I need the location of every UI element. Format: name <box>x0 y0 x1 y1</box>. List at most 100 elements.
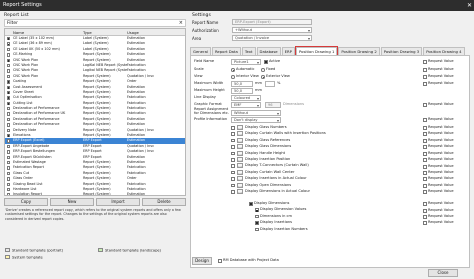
request-value-checkbox[interactable] <box>423 209 427 213</box>
rm-database-checkbox[interactable] <box>218 259 222 263</box>
request-value-checkbox[interactable] <box>423 68 427 72</box>
dimension-option-checkbox[interactable] <box>255 208 259 212</box>
row-checkbox[interactable] <box>6 187 10 192</box>
request-value-checkbox[interactable] <box>423 118 427 122</box>
field-name-dropdown[interactable]: Picture1 <box>231 59 261 65</box>
row-checkbox[interactable] <box>6 101 10 106</box>
max-height-input[interactable]: 50,0 <box>231 88 253 94</box>
option-info-icon[interactable]: … <box>237 144 243 150</box>
option-info-icon[interactable]: … <box>237 163 243 169</box>
close-icon[interactable]: ✕ <box>467 0 472 11</box>
request-value-checkbox[interactable] <box>423 158 427 162</box>
request-value-checkbox[interactable] <box>423 202 427 206</box>
copy-button[interactable]: Copy <box>4 198 48 206</box>
option-checkbox[interactable] <box>231 151 235 156</box>
option-info-icon[interactable]: … <box>237 137 243 143</box>
scale-fixed-radio[interactable] <box>261 68 265 72</box>
view-interior-radio[interactable] <box>231 75 235 79</box>
request-value-checkbox[interactable] <box>423 184 427 188</box>
option-checkbox[interactable] <box>231 145 235 149</box>
area-dropdown[interactable]: Quotation / Invoice <box>232 35 312 41</box>
tab-position-drawing-2[interactable]: Position Drawing 2 <box>338 47 380 55</box>
request-value-checkbox[interactable] <box>423 165 427 169</box>
option-checkbox[interactable] <box>231 132 235 136</box>
row-checkbox[interactable] <box>6 42 10 46</box>
tab-report-data[interactable]: Report Data <box>211 47 241 55</box>
active-checkbox[interactable] <box>264 60 268 64</box>
option-checkbox[interactable] <box>231 183 235 188</box>
report-assignment-dropdown[interactable]: Without <box>231 110 281 116</box>
option-info-icon[interactable]: … <box>237 157 243 162</box>
row-checkbox[interactable] <box>6 53 10 57</box>
row-checkbox[interactable] <box>6 160 10 165</box>
import-button[interactable]: Import <box>96 198 140 206</box>
report-name-field[interactable]: ERP-Export (Export) <box>232 19 312 25</box>
line-display-dropdown[interactable]: Coloured <box>231 95 261 101</box>
row-checkbox[interactable] <box>6 117 10 122</box>
request-value-checkbox[interactable] <box>423 82 427 86</box>
option-info-icon[interactable]: … <box>237 182 243 188</box>
column-header-type[interactable]: Type <box>83 29 127 35</box>
row-checkbox[interactable] <box>6 155 10 159</box>
row-checkbox[interactable] <box>6 90 10 95</box>
request-value-checkbox[interactable] <box>423 103 427 107</box>
tab-erp[interactable]: ERP <box>281 47 295 55</box>
request-value-checkbox[interactable] <box>423 215 427 219</box>
request-value-checkbox[interactable] <box>423 126 427 130</box>
row-checkbox[interactable] <box>6 96 10 100</box>
option-checkbox[interactable] <box>231 190 235 194</box>
close-button[interactable]: Close <box>428 269 458 277</box>
max-width-input[interactable]: 50,0 <box>231 81 253 87</box>
option-checkbox[interactable] <box>231 164 235 168</box>
view-exterior-radio[interactable] <box>261 75 265 79</box>
row-checkbox[interactable] <box>6 123 10 127</box>
request-value-checkbox[interactable] <box>423 171 427 175</box>
option-checkbox[interactable] <box>231 126 235 130</box>
tab-database[interactable]: Database <box>256 47 281 55</box>
tab-general[interactable]: General <box>190 47 211 55</box>
dpi-input[interactable]: 96 <box>265 102 281 108</box>
table-row[interactable]: Insulation Report Report (System) Estimati… <box>5 192 185 195</box>
row-checkbox[interactable] <box>6 107 10 111</box>
request-value-checkbox[interactable] <box>423 152 427 156</box>
scale-automatic-radio[interactable] <box>231 68 235 72</box>
request-value-checkbox[interactable] <box>423 145 427 149</box>
dimension-option-checkbox[interactable] <box>255 227 259 232</box>
request-value-checkbox[interactable] <box>423 177 427 181</box>
dimension-option-checkbox[interactable] <box>249 202 253 206</box>
row-checkbox[interactable] <box>6 69 10 73</box>
row-checkbox[interactable] <box>6 144 10 149</box>
option-checkbox[interactable] <box>231 177 235 181</box>
dimension-option-checkbox[interactable] <box>255 221 259 225</box>
row-checkbox[interactable] <box>6 58 10 62</box>
tab-position-drawing-1[interactable]: Position Drawing 1 <box>294 46 339 56</box>
delete-button[interactable]: Delete <box>142 198 186 206</box>
tab-position-drawing-4[interactable]: Position Drawing 4 <box>423 47 465 55</box>
option-info-icon[interactable]: … <box>237 176 243 182</box>
request-value-checkbox[interactable] <box>423 132 427 136</box>
option-checkbox[interactable] <box>231 158 235 162</box>
row-checkbox[interactable] <box>6 150 10 154</box>
row-checkbox[interactable] <box>6 128 10 133</box>
new-button[interactable]: New <box>50 198 94 206</box>
request-value-checkbox[interactable] <box>423 75 427 79</box>
row-checkbox[interactable] <box>6 182 10 186</box>
option-info-icon[interactable]: … <box>237 125 243 130</box>
row-checkbox[interactable] <box>6 177 10 181</box>
request-value-checkbox[interactable] <box>423 190 427 194</box>
request-value-checkbox[interactable] <box>423 221 427 225</box>
dimension-option-checkbox[interactable] <box>255 214 259 219</box>
row-checkbox[interactable] <box>6 139 10 143</box>
row-checkbox[interactable] <box>6 80 10 84</box>
row-checkbox[interactable] <box>6 63 10 68</box>
option-info-icon[interactable]: … <box>237 131 243 137</box>
option-checkbox[interactable] <box>231 170 235 175</box>
graphic-format-dropdown[interactable]: EMF <box>231 102 261 108</box>
request-value-checkbox[interactable] <box>423 60 427 64</box>
option-info-icon[interactable]: … <box>237 150 243 156</box>
option-checkbox[interactable] <box>231 138 235 143</box>
row-checkbox[interactable] <box>6 47 10 52</box>
option-info-icon[interactable]: … <box>237 169 243 175</box>
column-header-usage[interactable]: Usage <box>127 29 181 35</box>
row-checkbox[interactable] <box>6 166 10 170</box>
